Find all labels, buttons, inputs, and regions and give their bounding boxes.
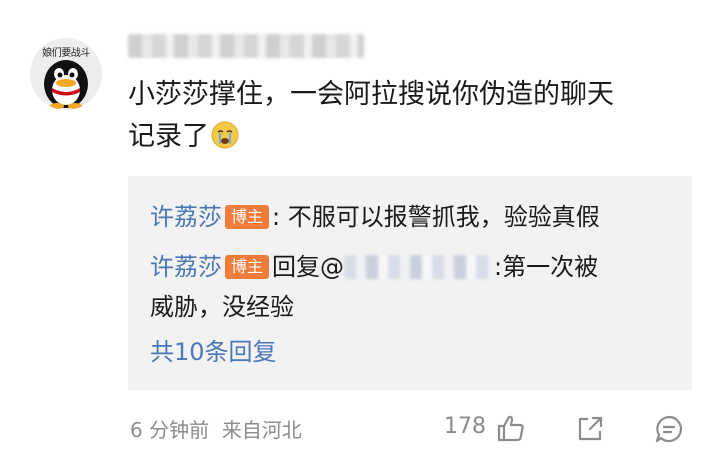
reply-text: : 不服可以报警抓我，验验真假 <box>272 203 600 231</box>
reply-author[interactable]: 许荔莎 <box>150 253 222 281</box>
comment-icon[interactable] <box>654 414 684 444</box>
comment-location: 来自河北 <box>221 418 302 442</box>
avatar-caption: 娘们要战斗 <box>42 48 90 59</box>
share-icon[interactable] <box>576 415 604 443</box>
author-badge: 博主 <box>225 255 270 279</box>
more-replies-link[interactable]: 共10条回复 <box>150 334 277 370</box>
comment-meta: 6 分钟前 来自河北 <box>130 414 302 443</box>
comment-line-1: 小莎莎撑住，一会阿拉搜说你伪造的聊天 <box>128 79 614 110</box>
reply-prefix: 回复@ <box>272 253 345 281</box>
thumbs-up-icon[interactable] <box>496 414 526 442</box>
reply-item[interactable]: 许荔莎 博主 回复@ :第一次被 <box>150 246 598 288</box>
comment-line-2: 记录了 <box>128 116 688 158</box>
reply-box: 许荔莎 博主: 不服可以报警抓我，验验真假 许荔莎 博主 回复@ :第一次被 威胁，没经… <box>128 176 692 390</box>
reply-author[interactable]: 许荔莎 <box>150 203 222 231</box>
mention-redacted[interactable] <box>344 255 495 279</box>
reply-text: :第一次被 <box>494 253 599 281</box>
crying-emoji-icon <box>211 121 239 149</box>
comment-time: 6 分钟前 <box>130 418 210 442</box>
reply-text-continued: 威胁，没经验 <box>150 293 294 321</box>
avatar[interactable]: 娘们要战斗 <box>30 38 102 110</box>
comment-text: 小莎莎撑住，一会阿拉搜说你伪造的聊天 记录了 <box>128 74 688 158</box>
reply-item[interactable]: 许荔莎 博主: 不服可以报警抓我，验验真假 <box>150 196 600 238</box>
author-badge: 博主 <box>225 205 270 229</box>
username-redacted[interactable] <box>128 34 364 58</box>
like-count[interactable]: 178 <box>444 414 486 439</box>
